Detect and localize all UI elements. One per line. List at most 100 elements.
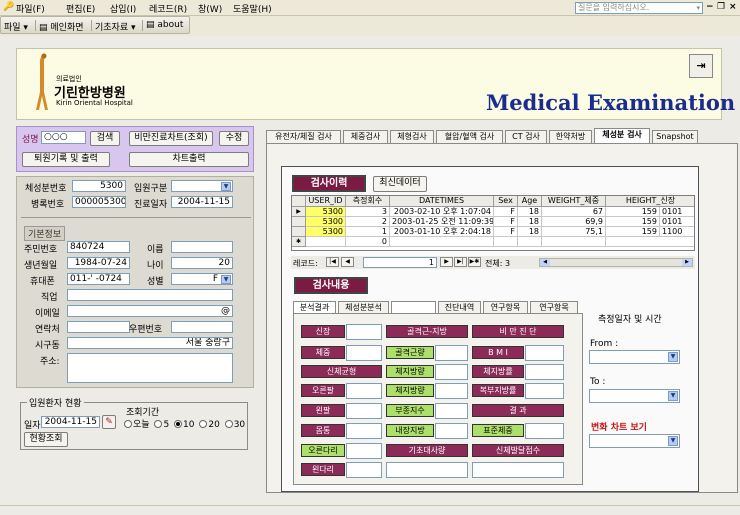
cell-age[interactable]: 18 [518,207,542,217]
cell-user-id[interactable]: 5300 [306,217,346,227]
cell-weight[interactable]: 75,1 [542,227,606,237]
cell-sex[interactable] [494,237,518,247]
cell-datetime[interactable]: 2003-01-25 오전 11:09:39 [390,217,494,227]
cell-user-id[interactable]: 5300 [306,207,346,217]
search-button[interactable]: 검색 [90,131,120,146]
cell-weight[interactable] [542,237,606,247]
tab-herbal-prescription[interactable]: 한약처방 [549,130,592,143]
scroll-left-icon[interactable]: ◀ [540,259,550,266]
trunk-button[interactable]: 몸통 [301,424,345,437]
chevron-down-icon[interactable]: ▼ [221,275,231,284]
left-arm-button[interactable]: 왼팔 [301,404,345,417]
tab-weight[interactable]: 체중검사 [343,130,388,143]
period-option-today[interactable]: 오늘 [124,420,150,430]
result-button[interactable]: 결 과 [472,404,564,417]
cell-extra[interactable]: 0101 [660,217,694,227]
right-arm-button[interactable]: 오른팔 [301,384,345,397]
from-date-select[interactable]: ▼ [589,350,680,364]
cell-sex[interactable]: F [494,207,518,217]
right-leg-button[interactable]: 오른다리 [301,444,345,457]
chevron-down-icon[interactable]: ▾ [696,3,700,13]
period-option-20[interactable]: 20 [199,420,220,430]
cell-user-id[interactable] [306,237,346,247]
cell-count[interactable]: 2 [346,217,390,227]
column-header[interactable]: HEIGHT_신장 [606,196,694,207]
left-leg-button[interactable]: 왼다리 [301,463,345,476]
cell-count[interactable]: 1 [346,227,390,237]
cell-count[interactable]: 3 [346,207,390,217]
new-row-selector[interactable]: ✱ [292,237,306,247]
visit-date-field[interactable]: 2004-11-15 [171,196,233,208]
cell-sex[interactable]: F [494,217,518,227]
menu-edit[interactable]: 편집(E) [66,2,95,15]
edema-index-button[interactable]: 부종지수 [386,404,434,417]
column-header[interactable]: WEIGHT_체중 [542,196,606,207]
cell-extra[interactable]: 0101 [660,207,694,217]
column-header[interactable]: Sex [494,196,518,207]
body-fat-mass-button[interactable]: 체지방량 [386,365,434,378]
current-record-field[interactable]: 1 [363,257,437,268]
to-date-select[interactable]: ▼ [589,389,680,403]
column-header[interactable]: DATETIMES [390,196,494,207]
menu-file[interactable]: 파일(F) [16,2,45,15]
select-all-cell[interactable] [292,196,306,207]
period-option-5[interactable]: 5 [154,420,169,430]
dob-field[interactable]: 1984-07-24 [67,257,130,269]
chevron-down-icon[interactable]: ▼ [221,182,231,191]
prev-record-icon[interactable]: ◀ [341,257,354,267]
tab-bp-blood[interactable]: 혈압/혈액 검사 [436,130,503,143]
cell-height[interactable]: 159 [606,227,660,237]
last-record-icon[interactable]: ▶| [454,257,467,267]
standard-weight-button[interactable]: 표준체중 [472,424,524,437]
toolbar-main-screen[interactable]: ▤ 메인화면 [39,20,84,33]
cell-user-id[interactable]: 5300 [306,227,346,237]
cell-height[interactable]: 159 [606,207,660,217]
cell-datetime[interactable]: 2003-02-10 오후 1:07:04 [390,207,494,217]
exit-button[interactable]: ⇥ [689,54,713,78]
menu-records[interactable]: 레코드(R) [149,2,187,15]
cell-datetime[interactable] [390,237,494,247]
chevron-down-icon[interactable]: ▼ [668,391,678,401]
app-icon[interactable]: 🔑 [3,2,14,12]
calendar-icon[interactable]: ✎ [102,415,116,429]
sex-select[interactable]: F ▼ [171,273,233,285]
row-selector[interactable]: ▶ [292,207,306,217]
body-balance-button[interactable]: 신체균형 [301,365,382,378]
cell-weight[interactable]: 67 [542,207,606,217]
period-option-10[interactable]: 10 [174,420,195,430]
patient-name-field[interactable] [171,241,233,253]
age-field[interactable]: 20 [171,257,233,269]
weight-button[interactable]: 체중 [301,346,345,359]
cell-count[interactable]: 0 [346,237,390,247]
height-button[interactable]: 신장 [301,325,345,338]
cell-height[interactable]: 159 [606,217,660,227]
discharge-record-button[interactable]: 퇴원기록 및 출력 [22,152,110,167]
minimize-icon[interactable]: − [706,2,714,12]
next-record-icon[interactable]: ▶ [440,257,453,267]
bmr-button[interactable]: 기초대사량 [386,444,468,457]
menu-insert[interactable]: 삽입(I) [110,2,136,15]
job-field[interactable] [67,289,233,301]
close-icon[interactable]: × [729,2,737,12]
chart-print-button[interactable]: 차트출력 [129,152,249,167]
edit-button[interactable]: 수정 [219,131,249,146]
tab-ct[interactable]: CT 검사 [505,130,547,143]
status-query-button[interactable]: 현황조회 [24,432,68,447]
tab-body-composition[interactable]: 체성분 검사 [594,128,650,143]
contact-field[interactable] [67,321,130,333]
tab-body-shape[interactable]: 체형검사 [390,130,434,143]
toolbar-base-data[interactable]: 기초자료 ▾ [95,20,136,33]
change-chart-select[interactable]: ▼ [589,434,680,448]
body-fat-rate-button[interactable]: 체지방률 [472,365,524,378]
cell-weight[interactable]: 69,9 [542,217,606,227]
obesity-diagnosis-button[interactable]: 비 만 진 단 [472,325,564,338]
new-record-icon[interactable]: ▶✱ [468,257,481,267]
phone-field[interactable]: 011-' -0724 [67,273,130,285]
visceral-fat-button[interactable]: 내장지방 [386,424,434,437]
toolbar-about[interactable]: ▤ about [146,20,183,30]
admitted-date-field[interactable]: 2004-11-15 [41,416,100,428]
bmi-button[interactable]: B M I [472,346,524,359]
cell-age[interactable]: 18 [518,227,542,237]
column-header[interactable]: 측정회수 [346,196,390,207]
abdominal-fat-rate-button[interactable]: 복부지방률 [472,384,524,397]
